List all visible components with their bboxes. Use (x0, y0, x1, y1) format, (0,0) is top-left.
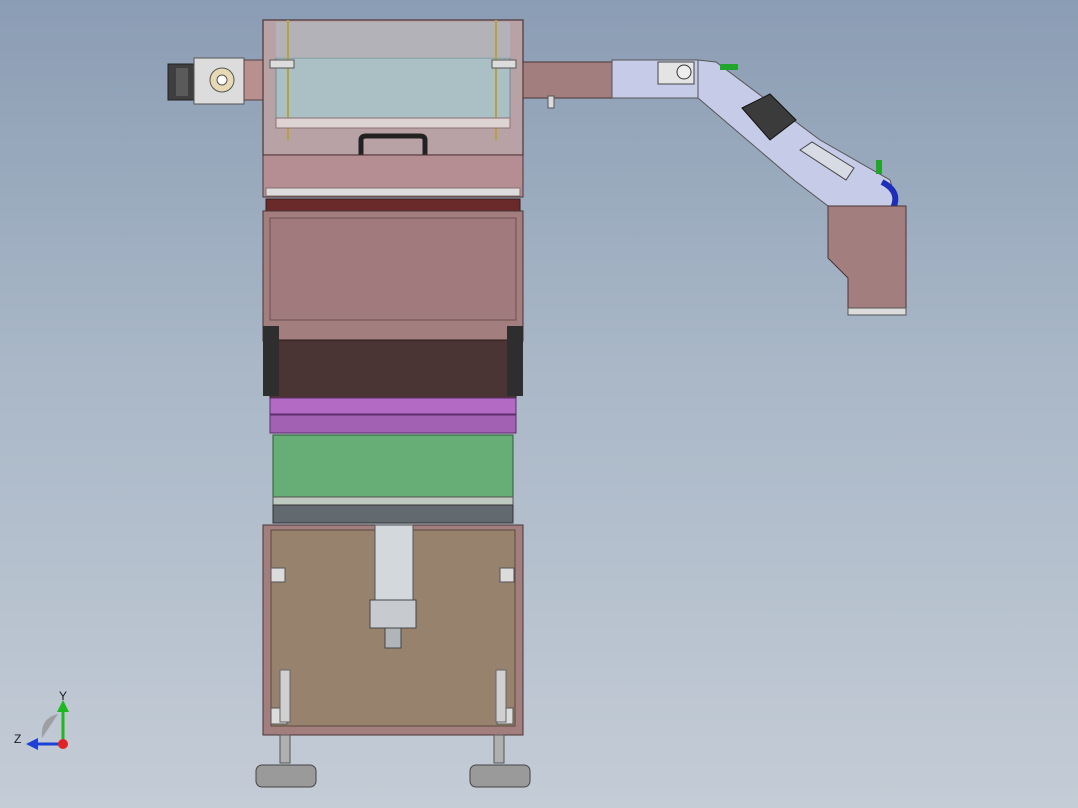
left-motor-assembly (167, 57, 265, 105)
z-axis-arrowhead (26, 738, 38, 750)
leveling-feet (255, 734, 531, 788)
x-axis-dot (58, 739, 68, 749)
z-axis-label: Z (14, 732, 21, 746)
right-arm-assembly (522, 59, 907, 316)
coordinate-triad: Y Z (14, 689, 69, 750)
y-axis-label: Y (59, 689, 67, 703)
cad-viewport[interactable]: Y Z (0, 0, 1078, 808)
main-cabinet (262, 19, 524, 736)
